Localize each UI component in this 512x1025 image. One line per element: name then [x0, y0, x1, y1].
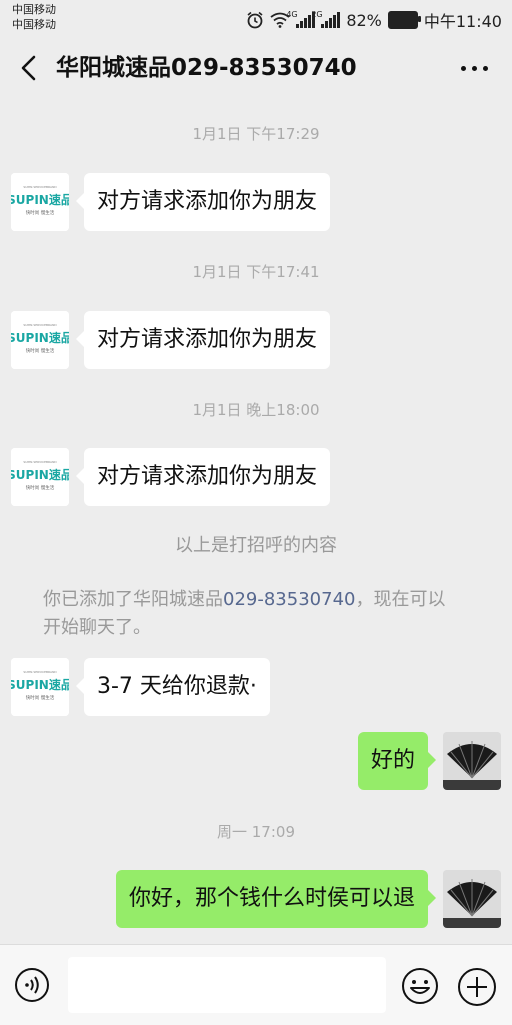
user-avatar[interactable] [443, 732, 501, 790]
network-type-1: 4G [286, 10, 298, 19]
svg-text:SUPIN速品: SUPIN速品 [11, 677, 69, 692]
incoming-message[interactable]: 对方请求添加你为朋友 [75, 311, 331, 369]
system-notice: 以上是打招呼的内容 [175, 535, 337, 556]
battery-percent: 82% [346, 10, 382, 30]
svg-text:SUPIN·SERVICEBRAND: SUPIN·SERVICEBRAND [23, 460, 57, 464]
back-chevron-icon[interactable] [14, 52, 44, 84]
input-bar [0, 944, 512, 1025]
outgoing-message[interactable]: 好的 [357, 732, 437, 790]
timestamp: 周一 17:09 [217, 823, 295, 841]
friend-added-notice: 你已添加了华阳城速品029-83530740，现在可以 开始聊天了。 [43, 589, 446, 638]
clock: 中午11:40 [423, 12, 502, 31]
contact-avatar[interactable]: SUPIN·SERVICEBRAND SUPIN速品 快时尚 慢生活 [11, 173, 69, 231]
carrier-1: 中国移动 [12, 3, 56, 16]
svg-text:SUPIN·SERVICEBRAND: SUPIN·SERVICEBRAND [23, 185, 57, 189]
chat-title: 华阳城速品029-83530740 [56, 55, 357, 81]
status-bar: 中国移动 中国移动 4G 2G 82% 中午11:40 [0, 0, 512, 36]
incoming-message[interactable]: 对方请求添加你为朋友 [75, 448, 331, 506]
emoji-icon[interactable] [401, 967, 439, 1005]
plus-icon[interactable] [457, 967, 497, 1007]
svg-text:SUPIN·SERVICEBRAND: SUPIN·SERVICEBRAND [23, 323, 57, 327]
svg-text:SUPIN速品: SUPIN速品 [11, 192, 69, 207]
incoming-message[interactable]: 对方请求添加你为朋友 [75, 173, 331, 231]
svg-text:快时尚 慢生活: 快时尚 慢生活 [26, 484, 55, 491]
contact-avatar[interactable]: SUPIN·SERVICEBRAND SUPIN速品 快时尚 慢生活 [11, 311, 69, 369]
signal-icon-2: 2G [311, 10, 341, 28]
chat-header: 华阳城速品029-83530740 [0, 36, 512, 100]
carrier-2: 中国移动 [12, 18, 56, 31]
outgoing-message[interactable]: 你好，那个钱什么时侯可以退 [115, 870, 437, 928]
user-avatar[interactable] [443, 870, 501, 928]
timestamp: 1月1日 下午17:41 [192, 263, 320, 281]
message-input[interactable] [68, 957, 386, 1013]
svg-text:SUPIN速品: SUPIN速品 [11, 467, 69, 482]
alarm-icon [247, 11, 263, 29]
more-dots-icon[interactable] [454, 56, 494, 80]
svg-text:快时尚 慢生活: 快时尚 慢生活 [26, 209, 55, 216]
contact-avatar[interactable]: SUPIN·SERVICEBRAND SUPIN速品 快时尚 慢生活 [11, 448, 69, 506]
timestamp: 1月1日 晚上18:00 [192, 401, 320, 419]
svg-text:SUPIN速品: SUPIN速品 [11, 330, 69, 345]
svg-text:快时尚 慢生活: 快时尚 慢生活 [26, 347, 55, 354]
network-type-2: 2G [311, 10, 323, 19]
voice-icon[interactable] [14, 967, 50, 1003]
battery-icon [387, 11, 421, 29]
phone-number-link[interactable]: 029-83530740 [223, 589, 355, 610]
status-right: 4G 2G 82% 中午11:40 [246, 8, 502, 32]
timestamp: 1月1日 下午17:29 [192, 125, 320, 143]
contact-avatar[interactable]: SUPIN·SERVICEBRAND SUPIN速品 快时尚 慢生活 [11, 658, 69, 716]
svg-text:快时尚 慢生活: 快时尚 慢生活 [26, 694, 55, 701]
incoming-message[interactable]: 3-7 天给你退款· [76, 658, 270, 716]
svg-text:SUPIN·SERVICEBRAND: SUPIN·SERVICEBRAND [23, 670, 57, 674]
